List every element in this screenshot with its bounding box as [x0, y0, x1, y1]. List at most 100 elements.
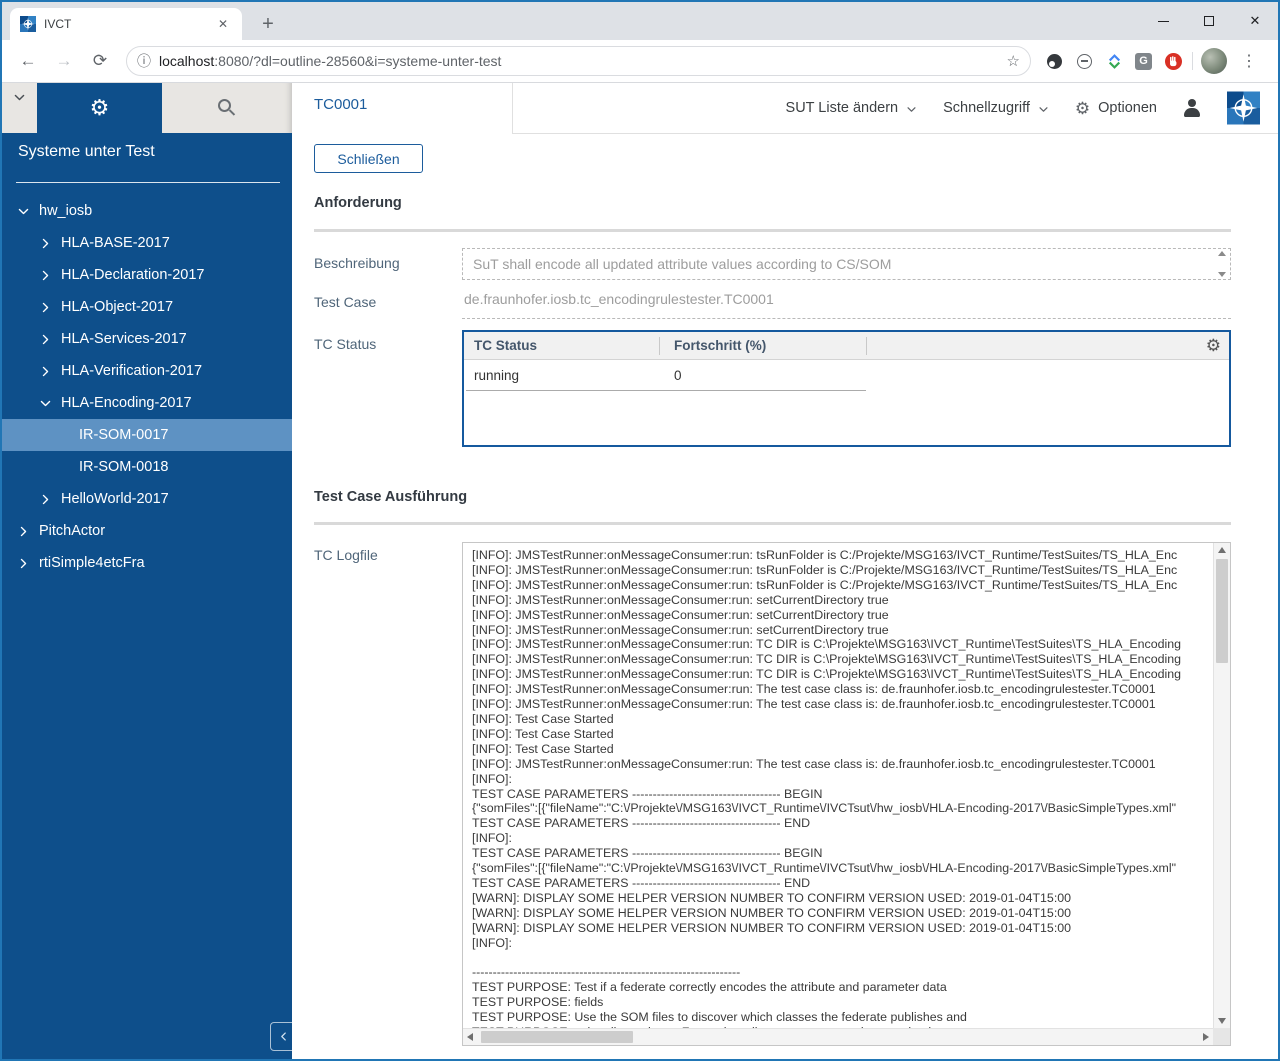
url-text[interactable]: localhost:8080/?dl=outline-28560&i=syste…	[159, 53, 999, 69]
chevron-down-icon	[1038, 104, 1049, 115]
sidebar-item-label: HLA-Encoding-2017	[61, 395, 192, 411]
sidebar-item-hla-declaration-2017[interactable]: HLA-Declaration-2017	[2, 259, 292, 291]
site-info-icon[interactable]: ⓘ	[137, 51, 151, 71]
sidebar-item-label: HLA-Verification-2017	[61, 363, 203, 379]
extension-ghost-icon[interactable]	[1045, 52, 1063, 70]
log-vertical-scrollbar[interactable]	[1213, 543, 1230, 1028]
extension-dots-icon[interactable]	[1075, 52, 1093, 70]
back-button[interactable]: ←	[14, 47, 42, 75]
column-header-fortschritt[interactable]: Fortschritt (%)	[674, 338, 766, 353]
table-row[interactable]: running 0	[464, 360, 1229, 390]
browser-tab-title: IVCT	[44, 17, 72, 31]
active-testcase-tab[interactable]: TC0001	[314, 96, 367, 113]
chevron-left-icon	[281, 1032, 286, 1041]
chevron-right-icon	[17, 525, 30, 538]
extension-chevrons-icon[interactable]	[1105, 52, 1123, 70]
header-divider	[512, 83, 513, 133]
sidebar-item-hw-iosb[interactable]: hw_iosb	[2, 195, 292, 227]
bookmark-star-icon[interactable]: ☆	[1007, 52, 1020, 70]
tc-status-table: TC Status Fortschritt (%) ⚙ running 0	[462, 330, 1231, 447]
cell-progress: 0	[674, 367, 682, 383]
column-header-tc-status[interactable]: TC Status	[474, 338, 537, 353]
cell-status: running	[474, 367, 520, 383]
browser-menu-icon[interactable]: ⋮	[1231, 51, 1267, 71]
field-scroll-buttons[interactable]	[1213, 249, 1230, 279]
window-maximize-button[interactable]	[1186, 2, 1232, 40]
scroll-up-icon[interactable]	[1218, 547, 1226, 553]
tc-logfile-area[interactable]: [INFO]: JMSTestRunner:onMessageConsumer:…	[462, 542, 1231, 1046]
gear-icon: ⚙	[1074, 98, 1091, 118]
table-settings-gear-icon[interactable]: ⚙	[1206, 336, 1221, 356]
sidebar-item-label: HelloWorld-2017	[61, 491, 169, 507]
sidebar-item-ir-som-0018[interactable]: IR-SOM-0018	[2, 451, 292, 483]
browser-profile-avatar[interactable]	[1201, 48, 1227, 74]
sidebar-item-label: PitchActor	[39, 523, 106, 539]
sidebar-tab-search[interactable]	[162, 83, 292, 133]
chevron-right-icon	[39, 365, 52, 378]
table-header-row: TC Status Fortschritt (%) ⚙	[464, 332, 1229, 360]
sidebar-item-hla-base-2017[interactable]: HLA-BASE-2017	[2, 227, 292, 259]
chevron-right-icon	[39, 301, 52, 314]
scroll-right-icon[interactable]	[1203, 1033, 1209, 1041]
gear-icon: ⚙	[89, 95, 110, 120]
scroll-left-icon[interactable]	[467, 1033, 473, 1041]
chevron-down-icon	[14, 94, 25, 101]
menu-optionen[interactable]: ⚙ Optionen	[1075, 100, 1157, 117]
sidebar-item-hla-services-2017[interactable]: HLA-Services-2017	[2, 323, 292, 355]
sidebar-item-label: HLA-Declaration-2017	[61, 267, 205, 283]
extension-g-icon[interactable]: G	[1135, 52, 1152, 70]
forward-button[interactable]: →	[50, 47, 78, 75]
sidebar-item-hla-object-2017[interactable]: HLA-Object-2017	[2, 291, 292, 323]
section-title-ausfuehrung: Test Case Ausführung	[314, 489, 468, 505]
section-title-anforderung: Anforderung	[314, 195, 402, 211]
tc-logfile-text: [INFO]: JMSTestRunner:onMessageConsumer:…	[472, 548, 1182, 1028]
horizontal-scroll-thumb[interactable]	[481, 1031, 633, 1043]
new-tab-button[interactable]: +	[254, 10, 282, 38]
menu-schnellzugriff[interactable]: Schnellzugriff	[943, 100, 1049, 116]
sidebar-collapse-strip[interactable]	[2, 83, 37, 133]
ivct-app: ⚙ Systeme unter Test hw_iosb HLA-BASE-201…	[2, 83, 1278, 1059]
sidebar-item-helloworld-2017[interactable]: HelloWorld-2017	[2, 483, 292, 515]
scrollbar-corner	[1213, 1028, 1230, 1045]
main-header: TC0001 SUT Liste ändern Schnellzugriff ⚙…	[292, 83, 1278, 134]
schliessen-button[interactable]: Schließen	[314, 144, 423, 173]
sidebar-item-label: IR-SOM-0017	[79, 427, 169, 443]
testcase-label: Test Case	[314, 294, 377, 310]
tab-close-icon[interactable]: ✕	[214, 15, 232, 33]
browser-titlebar: IVCT ✕ + ✕	[2, 2, 1278, 40]
sidebar-item-label: HLA-BASE-2017	[61, 235, 170, 251]
main-content: TC0001 SUT Liste ändern Schnellzugriff ⚙…	[292, 83, 1278, 1059]
window-minimize-button[interactable]	[1140, 2, 1186, 40]
browser-tab[interactable]: IVCT ✕	[10, 8, 242, 40]
reload-button[interactable]: ⟳	[86, 47, 114, 75]
sidebar-item-label: HLA-Object-2017	[61, 299, 174, 315]
sidebar-title-divider	[16, 182, 280, 183]
testcase-value: de.fraunhofer.iosb.tc_encodingrulesteste…	[464, 291, 774, 307]
sidebar-item-ir-som-0017[interactable]: IR-SOM-0017	[2, 419, 292, 451]
address-bar[interactable]: ⓘ localhost:8080/?dl=outline-28560&i=sys…	[126, 46, 1031, 76]
window-close-button[interactable]: ✕	[1232, 2, 1278, 40]
sidebar-item-rtisimple4etcfra[interactable]: rtiSimple4etcFra	[2, 547, 292, 579]
beschreibung-value: SuT shall encode all updated attribute v…	[473, 256, 892, 272]
menu-sut-liste-aendern[interactable]: SUT Liste ändern	[786, 100, 918, 116]
section-rule	[314, 522, 1231, 525]
beschreibung-field[interactable]: SuT shall encode all updated attribute v…	[462, 248, 1231, 280]
chevron-down-icon	[17, 205, 30, 218]
chevron-right-icon	[39, 237, 52, 250]
chevron-right-icon	[17, 557, 30, 570]
vertical-scroll-thumb[interactable]	[1216, 559, 1228, 663]
sidebar-item-pitchactor[interactable]: PitchActor	[2, 515, 292, 547]
scroll-down-icon[interactable]	[1218, 1018, 1226, 1024]
sidebar-item-label: rtiSimple4etcFra	[39, 555, 145, 571]
sidebar-item-label: HLA-Services-2017	[61, 331, 187, 347]
sidebar-title: Systeme unter Test	[18, 143, 155, 160]
chevron-down-icon	[39, 397, 52, 410]
user-icon[interactable]	[1183, 99, 1201, 117]
beschreibung-label: Beschreibung	[314, 255, 400, 271]
extension-adblock-icon[interactable]	[1164, 52, 1182, 70]
sidebar-tab-settings[interactable]: ⚙	[37, 83, 162, 133]
sidebar-item-hla-encoding-2017[interactable]: HLA-Encoding-2017	[2, 387, 292, 419]
tc-logfile-label: TC Logfile	[314, 547, 378, 563]
log-horizontal-scrollbar[interactable]	[463, 1028, 1213, 1045]
sidebar-item-hla-verification-2017[interactable]: HLA-Verification-2017	[2, 355, 292, 387]
